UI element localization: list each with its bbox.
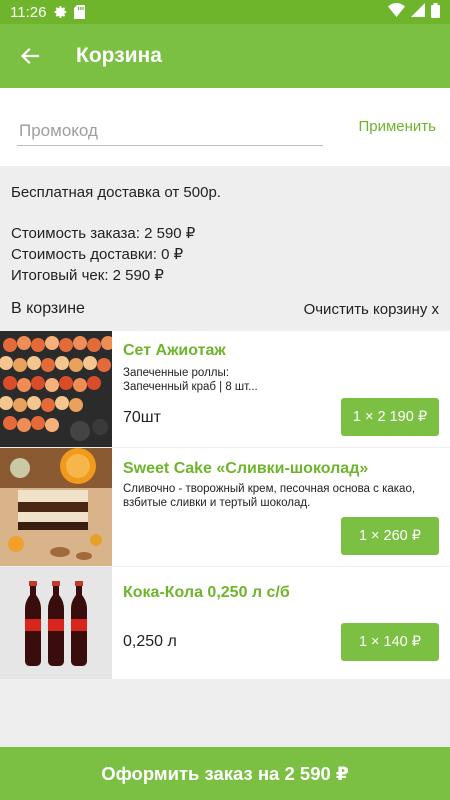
item-name: Sweet Cake «Сливки-шоколад» <box>123 460 369 477</box>
order-summary: Бесплатная доставка от 500р. Стоимость з… <box>11 182 221 286</box>
cart-item[interactable]: Sweet Cake «Сливки-шоколад» Сливочно - т… <box>0 448 450 566</box>
delivery-cost-text: Стоимость доставки: 0 ₽ <box>11 246 184 263</box>
cart-item[interactable]: Кока-Кола 0,250 л с/б 0,250 л 1 × 140 ₽ <box>0 567 450 679</box>
wifi-icon <box>388 3 405 21</box>
item-quantity: 70шт <box>123 409 161 426</box>
total-text: Итоговый чек: 2 590 ₽ <box>11 267 164 284</box>
sd-card-icon <box>74 5 86 19</box>
signal-icon <box>411 3 425 21</box>
free-delivery-text: Бесплатная доставка от 500р. <box>11 184 221 201</box>
back-button[interactable] <box>0 24 62 88</box>
clear-cart-button[interactable]: Очистить корзину x <box>304 301 439 318</box>
cart-item[interactable]: Сет Ажиотаж Запеченные роллы: Запеченный… <box>0 331 450 447</box>
page-title: Корзина <box>76 44 162 67</box>
arrow-left-icon <box>20 47 40 65</box>
item-image-sushi-set <box>0 331 112 447</box>
item-name: Сет Ажиотаж <box>123 342 226 359</box>
status-bar: 11:26 <box>0 0 450 24</box>
item-name: Кока-Кола 0,250 л с/б <box>123 584 290 601</box>
item-price-button[interactable]: 1 × 140 ₽ <box>341 623 439 661</box>
cart-title: В корзине <box>11 300 85 317</box>
item-price-button[interactable]: 1 × 260 ₽ <box>341 517 439 555</box>
item-price-button[interactable]: 1 × 2 190 ₽ <box>341 398 439 436</box>
apply-promo-button[interactable]: Применить <box>358 118 436 135</box>
promo-section: Применить <box>0 88 450 166</box>
item-image-coca-cola <box>0 567 112 679</box>
item-description: Запеченные роллы: Запеченный краб | 8 шт… <box>123 367 258 393</box>
item-description: Сливочно - творожный крем, песочная осно… <box>123 483 416 509</box>
battery-icon <box>431 2 440 22</box>
item-quantity: 0,250 л <box>123 633 177 650</box>
item-image-cake <box>0 448 112 566</box>
checkout-button[interactable]: Оформить заказ на 2 590 ₽ <box>0 747 450 800</box>
cart-header: В корзине Очистить корзину x <box>11 300 439 318</box>
app-bar: Корзина <box>0 24 450 88</box>
order-cost-text: Стоимость заказа: 2 590 ₽ <box>11 225 196 242</box>
status-time: 11:26 <box>10 3 47 21</box>
promo-field <box>17 118 323 146</box>
promo-code-input[interactable] <box>17 118 323 144</box>
gear-icon <box>54 5 68 19</box>
